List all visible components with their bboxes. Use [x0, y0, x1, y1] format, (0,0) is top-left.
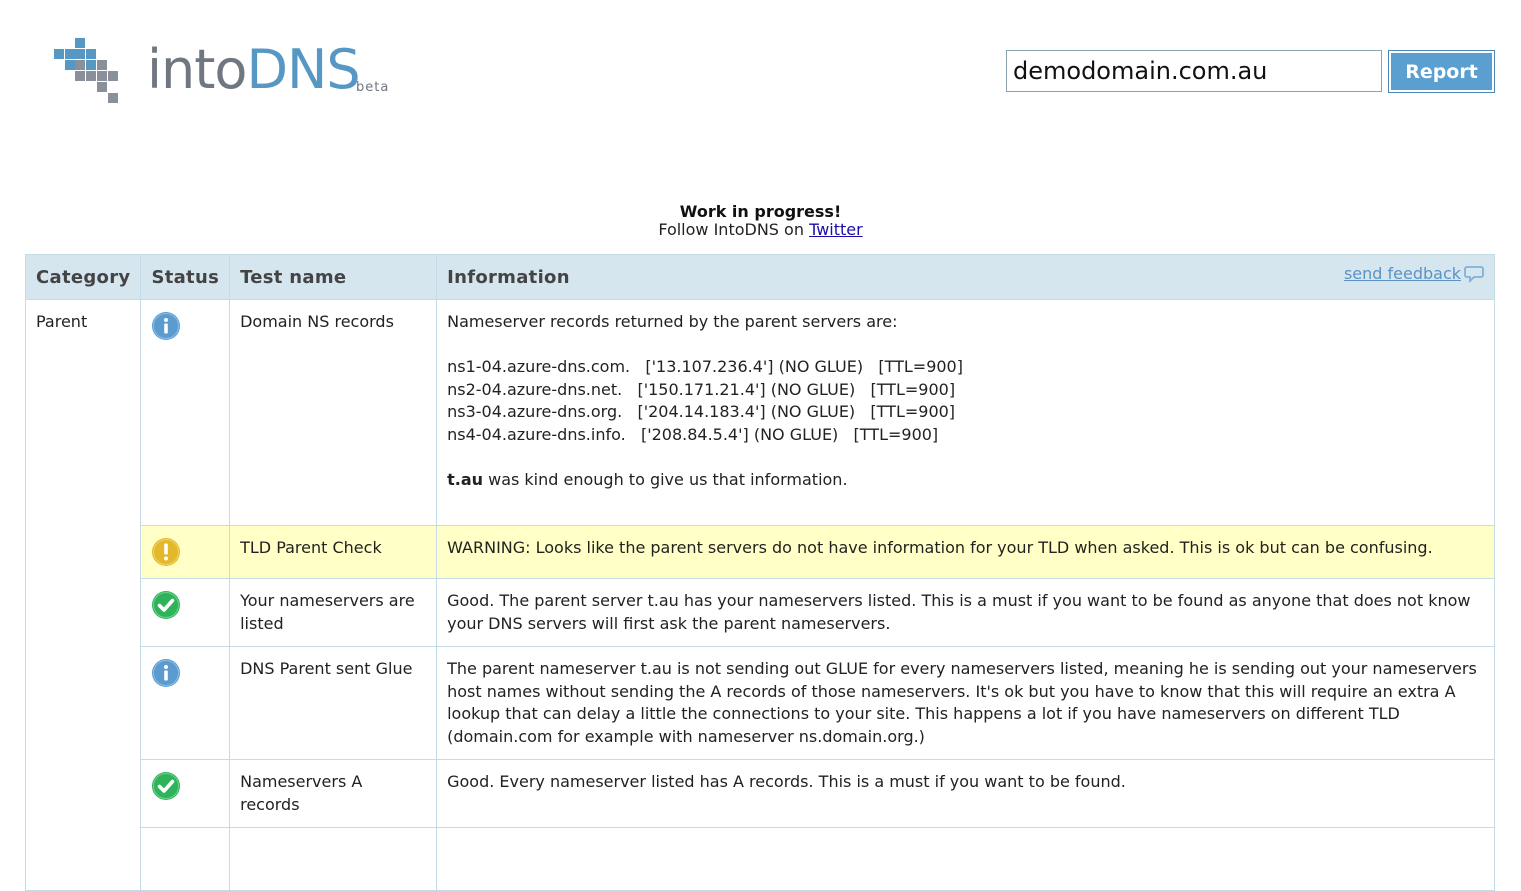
information-cell: Good. The parent server t.au has your na… [436, 578, 1495, 647]
test-name-cell: Your nameservers are listed [229, 578, 438, 647]
category-cell: Parent [24, 299, 142, 891]
logo-beta-label: beta [356, 80, 390, 95]
report-button[interactable]: Report [1388, 50, 1495, 93]
status-cell [140, 827, 231, 891]
ns-source-text: t.au was kind enough to give us that inf… [447, 469, 1484, 492]
notice-follow-text: Follow IntoDNS on [658, 220, 804, 239]
notice-title: Work in progress! [679, 202, 842, 221]
header-information-label: Information [447, 266, 570, 288]
table-row: DNS Parent sent Glue The parent nameserv… [26, 646, 1495, 760]
header-status: Status [140, 254, 231, 300]
table-row: Nameservers A records Good. Every namese… [26, 759, 1495, 828]
header-category: Category [24, 254, 142, 300]
table-row: Your nameservers are listed Good. The pa… [26, 578, 1495, 647]
information-cell: Good. Every nameserver listed has A reco… [436, 759, 1495, 828]
status-cell [140, 578, 231, 647]
info-icon [152, 659, 181, 687]
table-row [26, 827, 1495, 891]
information-cell: Nameserver records returned by the paren… [436, 299, 1495, 526]
ns-source-rest: was kind enough to give us that informat… [483, 469, 848, 489]
send-feedback-label: send feedback [1343, 264, 1461, 283]
ns-source-server: t.au [447, 469, 484, 489]
header-test-name: Test name [229, 254, 438, 300]
header-information: Information send feedback [436, 254, 1495, 300]
intodns-logo[interactable]: intoDNS beta [54, 38, 399, 106]
logo-into-text: into [147, 38, 247, 101]
status-cell [140, 646, 231, 760]
table-row: TLD Parent Check WARNING: Looks like the… [26, 525, 1495, 579]
domain-search-input[interactable] [1006, 50, 1382, 92]
test-name-cell: Nameservers A records [229, 759, 438, 828]
info-icon [152, 312, 181, 340]
ns-record-line: ns3-04.azure-dns.org. ['204.14.183.4'] (… [447, 402, 956, 421]
check-icon [152, 591, 181, 619]
logo-dns-text: DNS [246, 38, 360, 101]
information-cell: The parent nameserver t.au is not sendin… [436, 646, 1495, 760]
results-table: Category Status Test name Information se… [24, 254, 1495, 891]
table-header-row: Category Status Test name Information se… [24, 254, 1495, 300]
send-feedback-link[interactable]: send feedback [1344, 264, 1484, 283]
table-row: Parent Domain NS records Nameserver reco… [24, 299, 1495, 891]
work-in-progress-notice: Work in progress! Follow IntoDNS on Twit… [0, 203, 1521, 239]
information-cell [436, 827, 1495, 891]
status-cell [140, 299, 231, 526]
status-cell [140, 525, 231, 579]
test-name-cell: Domain NS records [229, 299, 438, 526]
check-icon [152, 772, 181, 800]
information-cell: WARNING: Looks like the parent servers d… [436, 525, 1495, 579]
test-name-cell: TLD Parent Check [229, 525, 438, 579]
ns-record-line: ns1-04.azure-dns.com. ['13.107.236.4'] (… [447, 357, 963, 376]
twitter-link[interactable]: Twitter [809, 220, 863, 239]
ns-record-line: ns4-04.azure-dns.info. ['208.84.5.4'] (N… [447, 424, 939, 444]
speech-bubble-icon [1464, 265, 1484, 283]
notice-follow-line: Follow IntoDNS on Twitter [0, 221, 1521, 239]
status-cell [140, 759, 231, 828]
ns-record-line: ns2-04.azure-dns.net. ['150.171.21.4'] (… [447, 379, 956, 399]
test-name-cell [229, 827, 438, 891]
ns-intro-text: Nameserver records returned by the paren… [447, 312, 898, 331]
test-name-cell: DNS Parent sent Glue [229, 646, 438, 760]
warning-icon [152, 538, 181, 566]
logo-wordmark: intoDNS [147, 34, 361, 106]
